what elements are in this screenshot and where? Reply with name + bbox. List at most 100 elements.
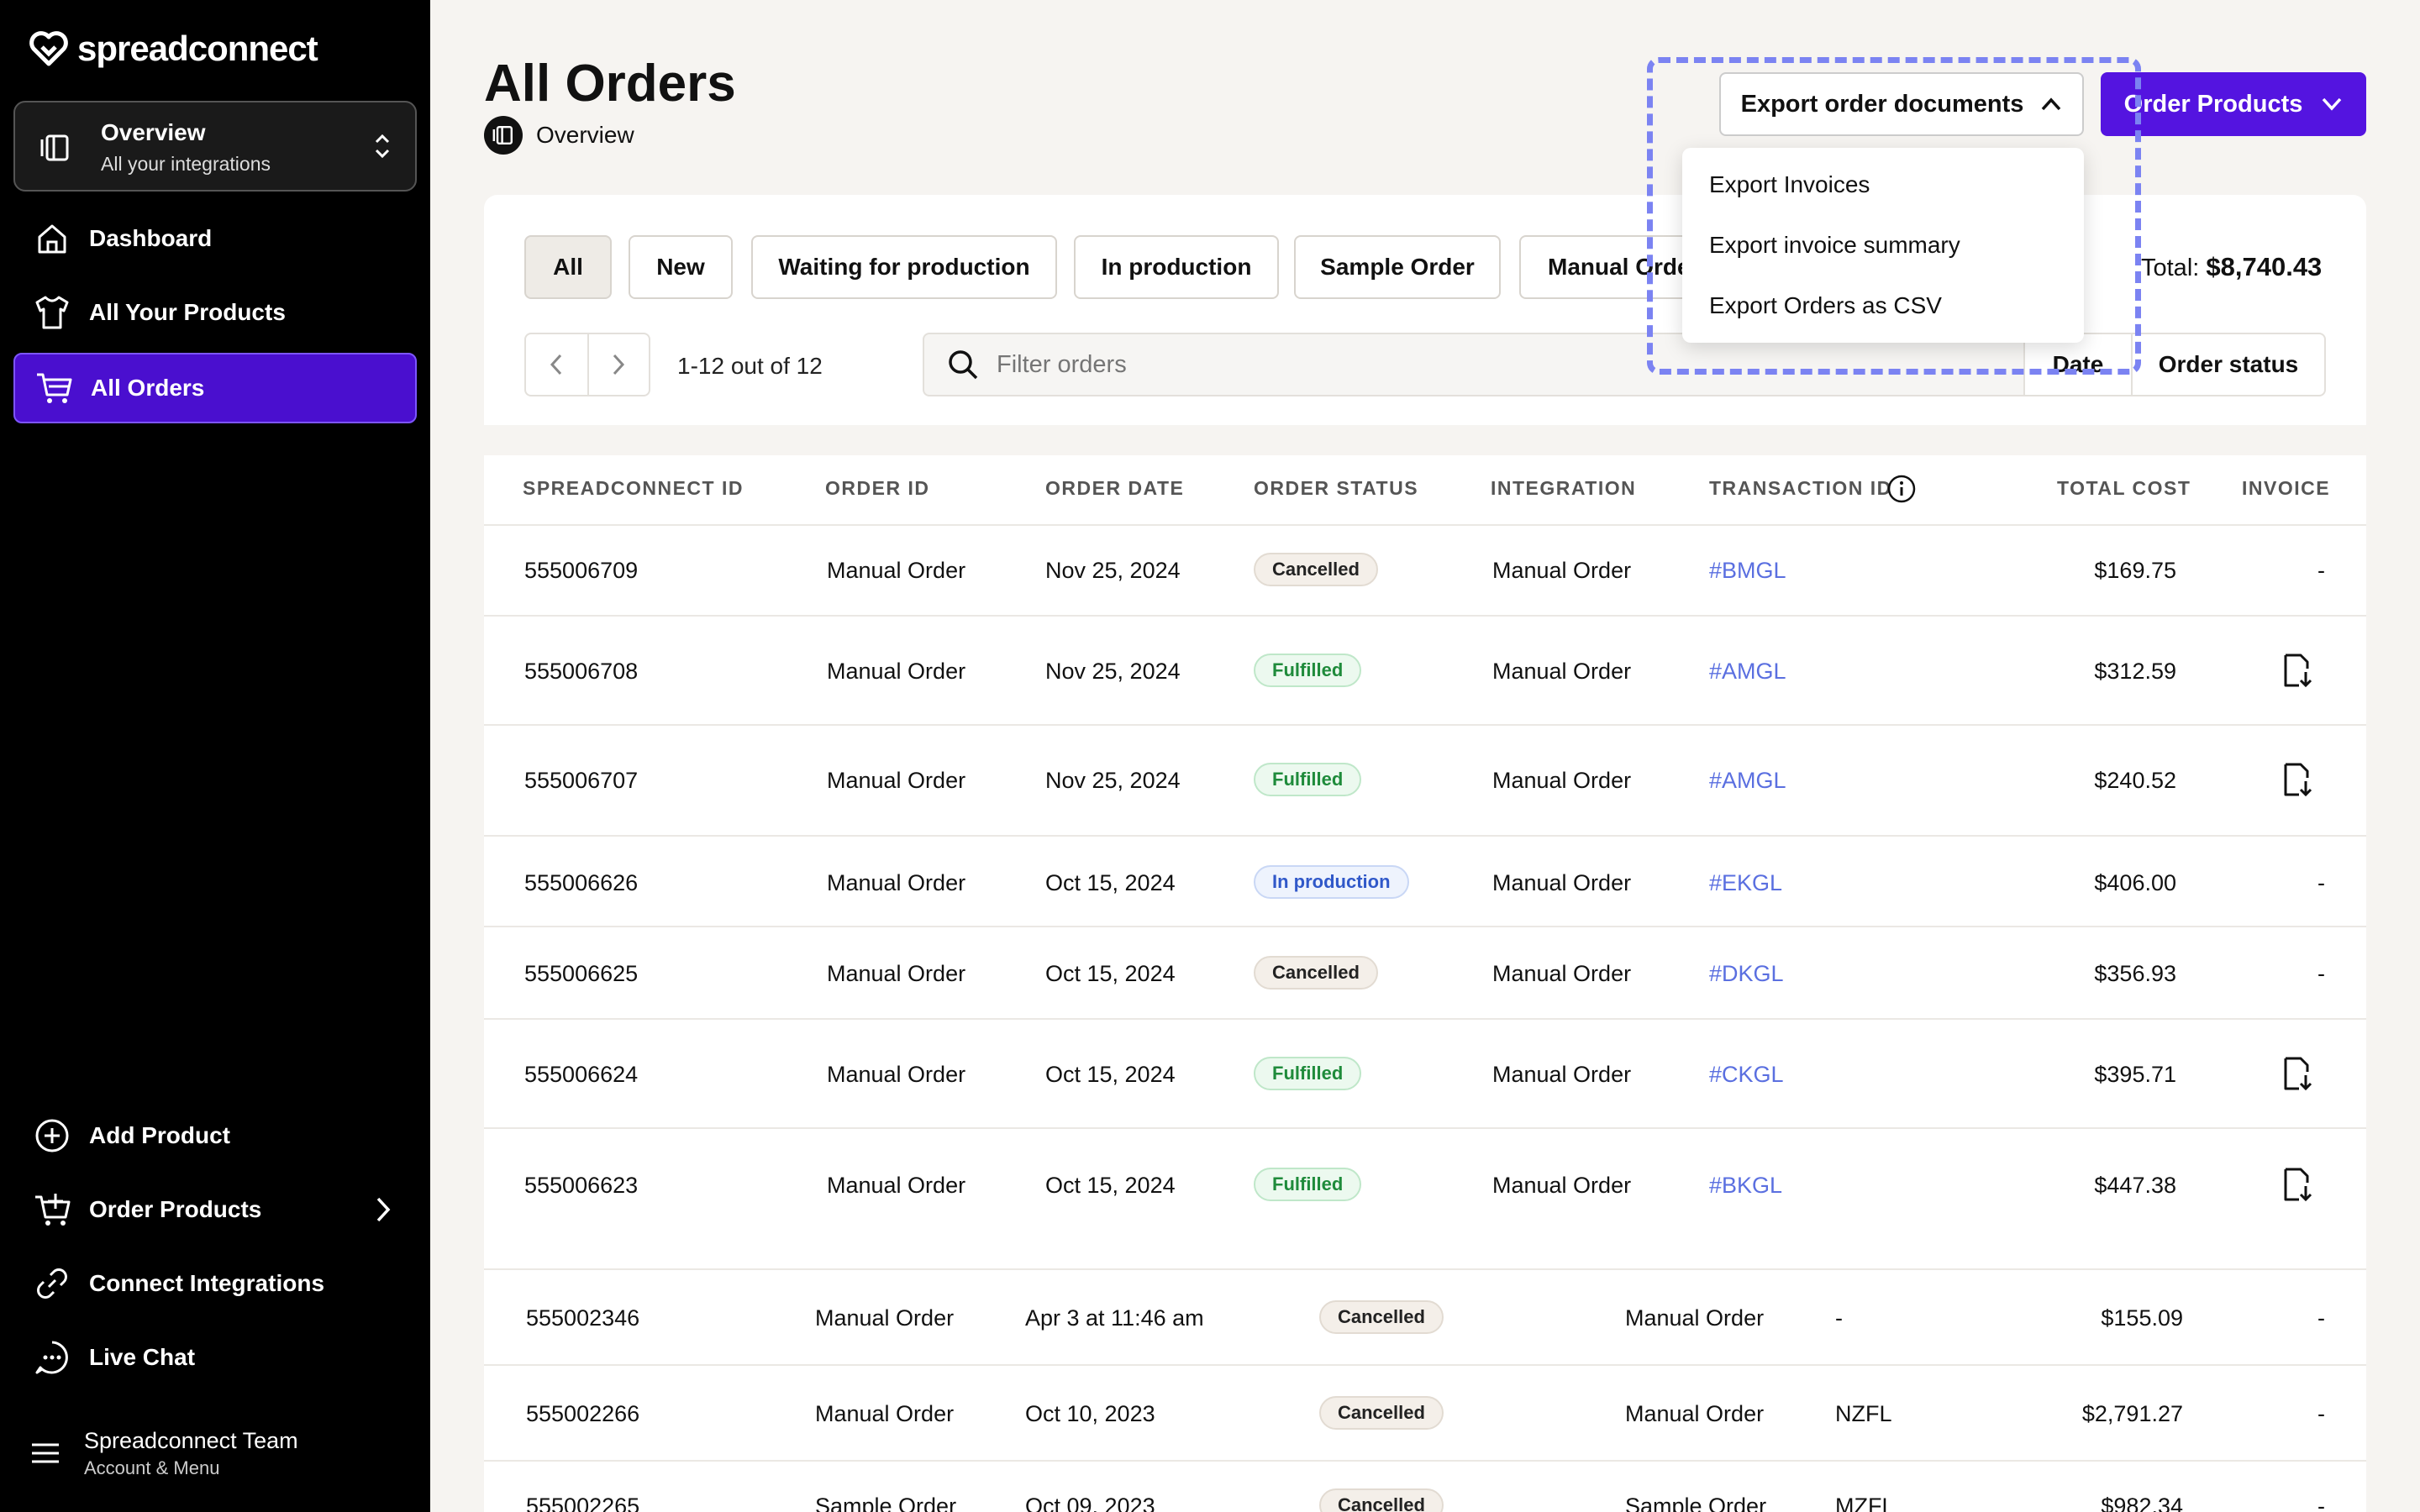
cell-integration: Manual Order [1625,1305,1765,1331]
cell-order-date: Oct 15, 2024 [1045,961,1176,986]
export-order-documents-button[interactable]: Export order documents [1719,72,2084,136]
transaction-link[interactable]: #AMGL [1709,768,1786,794]
cell-spreadconnect-id: 555006626 [524,870,639,895]
cell-spreadconnect-id: 555002265 [526,1494,640,1512]
overview-icon [40,134,69,161]
column-header-order-status[interactable]: ORDER STATUS [1254,477,1418,500]
menu-item-export-invoice-summary[interactable]: Export invoice summary [1709,232,1960,259]
sidebar-item-label: Live Chat [89,1344,196,1370]
column-header-total-cost[interactable]: TOTAL COST [2057,477,2191,500]
account-subtitle: Account & Menu [84,1457,220,1478]
heart-logo-icon [29,31,68,66]
transaction-link[interactable]: #AMGL [1709,659,1786,685]
cart-icon [37,373,72,403]
cell-invoice: - [2317,1494,2325,1512]
cell-total-cost: $356.93 [2094,961,2176,986]
logo[interactable]: spreadconnect [29,29,318,69]
sidebar-item-order-products[interactable]: Order Products [13,1174,417,1245]
row-divider [484,524,2366,526]
transaction-link[interactable]: #BKGL [1709,1173,1782,1199]
status-badge: Cancelled [1319,1396,1444,1430]
row-divider [484,724,2366,726]
column-header-order-id[interactable]: ORDER ID [825,477,929,500]
cell-order-id: Sample Order [815,1494,957,1512]
column-header-spreadconnect-id[interactable]: SPREADCONNECT ID [523,477,744,500]
cell-integration: Manual Order [1492,768,1632,793]
cell-order-date: Oct 09, 2023 [1025,1494,1155,1512]
next-page-button[interactable] [587,334,649,395]
overview-title: Overview [101,119,206,145]
sidebar-item-connect-integrations[interactable]: Connect Integrations [13,1248,417,1319]
sidebar-item-all-your-products[interactable]: All Your Products [13,277,417,348]
cell-order-date: Apr 3 at 11:46 am [1025,1305,1204,1331]
tab-waiting-for-production[interactable]: Waiting for production [751,235,1057,299]
total-label: Total: [2141,255,2200,281]
cell-total-cost: $312.59 [2094,659,2176,684]
column-header-transaction-id[interactable]: TRANSACTION ID [1709,477,1892,500]
plus-circle-icon [35,1119,69,1152]
cell-invoice: - [2317,1401,2325,1426]
cell-integration: Manual Order [1625,1401,1765,1426]
search-input[interactable] [997,350,1837,379]
cell-transaction-id: - [1835,1305,1843,1331]
status-badge: Cancelled [1319,1300,1444,1334]
sidebar-item-add-product[interactable]: Add Product [13,1100,417,1171]
cell-integration: Sample Order [1625,1494,1767,1512]
cell-integration: Manual Order [1492,1062,1632,1087]
row-divider [484,1268,2366,1270]
info-icon[interactable] [1886,474,1917,504]
tab-sample-order[interactable]: Sample Order [1294,235,1501,299]
tab-in-production[interactable]: In production [1074,235,1279,299]
cell-order-id: Manual Order [827,870,966,895]
tab-new[interactable]: New [629,235,733,299]
page-title: All Orders [484,55,736,113]
orders-total: Total: $8,740.43 [2141,252,2322,282]
download-invoice-icon[interactable] [2281,1055,2314,1092]
transaction-link[interactable]: #EKGL [1709,870,1782,896]
overview-subtitle: All your integrations [101,153,271,175]
account-menu[interactable]: Spreadconnect Team Account & Menu [13,1420,417,1487]
sidebar-item-label: All Orders [91,375,205,401]
integration-switcher[interactable]: Overview All your integrations [13,101,417,192]
column-header-integration[interactable]: INTEGRATION [1491,477,1636,500]
order-status-filter-button[interactable]: Order status [2131,333,2326,396]
status-badge: Fulfilled [1254,654,1362,687]
transaction-link[interactable]: #CKGL [1709,1062,1784,1088]
download-invoice-icon[interactable] [2281,1166,2314,1203]
sidebar-item-label: Connect Integrations [89,1270,325,1296]
transaction-link[interactable]: #DKGL [1709,961,1784,987]
chevron-left-icon [550,354,562,375]
column-header-invoice[interactable]: INVOICE [2242,477,2330,500]
tab-all[interactable]: All [524,235,612,299]
status-badge: Cancelled [1254,956,1378,990]
menu-item-export-orders-csv[interactable]: Export Orders as CSV [1709,292,1942,319]
link-icon [37,1268,67,1299]
tab-manual-order[interactable]: Manual Order [1519,235,1704,299]
menu-item-export-invoices[interactable]: Export Invoices [1709,171,1870,198]
cell-total-cost: $982.34 [2101,1494,2183,1512]
status-badge: Cancelled [1254,553,1378,586]
transaction-link[interactable]: #BMGL [1709,558,1786,584]
sidebar-item-live-chat[interactable]: Live Chat [13,1322,417,1393]
download-invoice-icon[interactable] [2281,652,2314,689]
breadcrumb[interactable]: Overview [484,116,634,155]
sidebar-item-all-orders[interactable]: All Orders [13,353,417,423]
cell-order-id: Manual Order [827,1173,966,1198]
export-dropdown-menu: Export Invoices Export invoice summary E… [1682,148,2084,343]
cell-total-cost: $406.00 [2094,870,2176,895]
table-top-strip [484,425,2366,455]
cell-spreadconnect-id: 555006707 [524,768,639,793]
prev-page-button[interactable] [526,334,587,395]
order-products-button[interactable]: Order Products [2101,72,2366,136]
status-badge: Fulfilled [1254,763,1362,796]
export-button-label: Export order documents [1740,90,2024,118]
download-invoice-icon[interactable] [2281,761,2314,798]
column-header-order-date[interactable]: ORDER DATE [1045,477,1184,500]
row-divider [484,1364,2366,1366]
overview-icon [484,116,523,155]
cell-total-cost: $155.09 [2101,1305,2183,1331]
cell-invoice: - [2317,1305,2325,1331]
hamburger-icon [32,1443,59,1463]
sidebar-item-dashboard[interactable]: Dashboard [13,203,417,274]
cell-spreadconnect-id: 555002266 [526,1401,640,1426]
